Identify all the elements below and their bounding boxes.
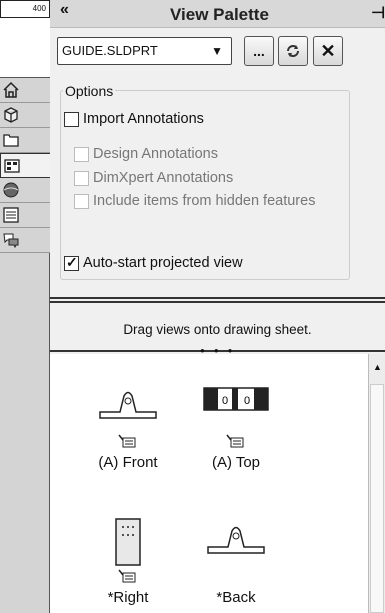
view-label: *Back: [216, 589, 256, 606]
scroll-up-icon[interactable]: ▲: [373, 362, 382, 372]
hidden-features-label: Include items from hidden features: [93, 193, 316, 209]
auto-start-projected-view-checkbox[interactable]: Auto-start projected view: [64, 254, 243, 271]
refresh-button[interactable]: [278, 36, 308, 66]
tab-strip-spacer: [0, 18, 50, 78]
right-view-icon: [115, 518, 141, 566]
palette-titlebar: « View Palette ⊣: [50, 0, 385, 28]
file-select-dropdown[interactable]: GUIDE.SLDPRT ▼: [57, 37, 232, 65]
task-pane-tabs: [0, 78, 50, 253]
home-tab[interactable]: [0, 78, 50, 103]
pin-button[interactable]: ⊣: [371, 3, 385, 23]
import-annotations-label: Import Annotations: [83, 111, 204, 127]
view-palette-tab[interactable]: [0, 153, 50, 178]
view-palette-icon: [4, 158, 20, 173]
collapse-button[interactable]: «: [60, 1, 69, 19]
clear-button[interactable]: ✕: [313, 36, 343, 66]
annotation-badge-icon: [226, 434, 244, 448]
hidden-features-box[interactable]: [74, 193, 89, 209]
drag-hint-area: Drag views onto drawing sheet.: [50, 303, 385, 350]
view-thumbnail-back[interactable]: *Back: [186, 509, 286, 613]
close-icon: ✕: [320, 40, 336, 61]
ruler-readout: 400: [0, 0, 50, 18]
design-annotations-box[interactable]: [74, 146, 89, 162]
scroll-thumb[interactable]: [370, 384, 384, 613]
palette-title: View Palette: [170, 5, 269, 24]
view-palette-panel: « View Palette ⊣ GUIDE.SLDPRT ▼ ... ✕ Op…: [50, 0, 385, 613]
svg-text:0: 0: [244, 395, 250, 407]
cube-icon: [4, 107, 18, 123]
task-pane-tab-strip: [0, 18, 50, 613]
views-scrollbar[interactable]: ▲: [368, 354, 385, 613]
back-view-icon: [207, 526, 265, 554]
browse-button[interactable]: ...: [244, 36, 274, 66]
view-thumbnail-top[interactable]: 00 (A) Top: [186, 374, 286, 494]
forum-tab[interactable]: [0, 228, 50, 253]
drag-hint-text: Drag views onto drawing sheet.: [123, 322, 312, 337]
annotation-badge-icon: [118, 434, 136, 448]
design-annotations-label: Design Annotations: [93, 146, 218, 162]
dimxpert-annotations-checkbox[interactable]: DimXpert Annotations: [74, 170, 233, 186]
view-thumbnails: (A) Front 00 (A) Top *Right *Back: [50, 354, 368, 613]
front-view-icon: [99, 391, 157, 419]
dimxpert-annotations-label: DimXpert Annotations: [93, 170, 234, 186]
sphere-icon: [3, 182, 19, 198]
view-thumbnail-front[interactable]: (A) Front: [78, 374, 178, 494]
top-view-icon: 00: [203, 387, 269, 411]
view-label: (A) Front: [98, 454, 158, 471]
view-thumbnail-right[interactable]: *Right: [78, 509, 178, 613]
import-annotations-checkbox[interactable]: Import Annotations: [64, 111, 204, 127]
import-annotations-box[interactable]: [64, 111, 79, 127]
svg-text:0: 0: [222, 395, 228, 407]
dimxpert-annotations-box[interactable]: [74, 170, 89, 186]
folder-icon: [3, 134, 19, 147]
design-annotations-checkbox[interactable]: Design Annotations: [74, 146, 218, 162]
home-icon: [3, 81, 19, 98]
file-explorer-tab[interactable]: [0, 128, 50, 153]
options-legend: Options: [63, 83, 116, 99]
list-icon: [3, 207, 19, 223]
refresh-icon: [287, 45, 299, 57]
auto-start-label: Auto-start projected view: [83, 255, 243, 271]
parts-tab[interactable]: [0, 103, 50, 128]
chevron-down-icon: ▼: [211, 44, 223, 58]
appearances-tab[interactable]: [0, 178, 50, 203]
view-label: (A) Top: [211, 454, 261, 471]
annotation-badge-icon: [118, 569, 136, 583]
chat-icon: [3, 233, 19, 249]
hidden-features-checkbox[interactable]: Include items from hidden features: [74, 193, 315, 209]
auto-start-box[interactable]: [64, 254, 79, 271]
custom-properties-tab[interactable]: [0, 203, 50, 228]
file-select-value: GUIDE.SLDPRT: [62, 43, 158, 58]
view-label: *Right: [107, 589, 149, 606]
